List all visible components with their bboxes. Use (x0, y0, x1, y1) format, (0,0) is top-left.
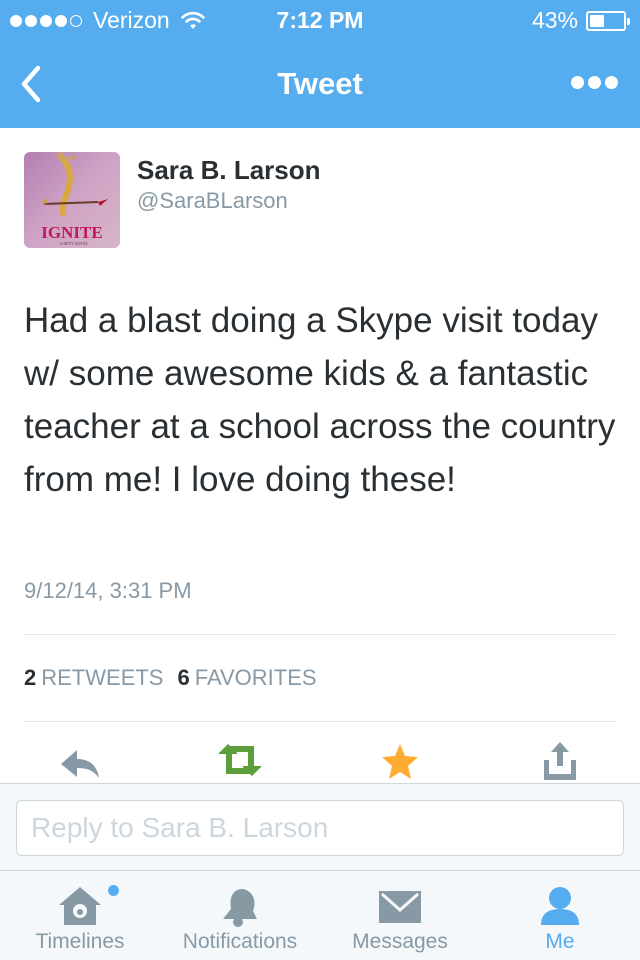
tab-bar: Timelines Notifications Messages Me (0, 871, 640, 960)
more-options-button[interactable] (567, 76, 618, 89)
divider (24, 721, 616, 722)
home-icon (59, 887, 101, 925)
reply-button[interactable] (50, 740, 110, 784)
favorites-label: FAVORITES (194, 665, 317, 690)
more-dots-icon (571, 76, 584, 89)
tweet-text: Had a blast doing a Skype visit today w/… (24, 301, 616, 499)
tab-label: Messages (352, 930, 448, 953)
favorite-count: 6 (177, 665, 190, 690)
tab-me[interactable]: Me (480, 871, 640, 960)
person-icon (541, 887, 579, 925)
tab-label: Me (545, 930, 575, 953)
navigation-bar: Tweet (0, 40, 640, 128)
tab-notifications[interactable]: Notifications (160, 871, 320, 960)
divider (24, 634, 616, 635)
retweets-stat[interactable]: 2 RETWEETS (24, 665, 163, 691)
retweets-label: RETWEETS (41, 665, 164, 690)
tab-label: Timelines (35, 930, 125, 953)
tweet-timestamp: 9/12/14, 3:31 PM (24, 578, 192, 603)
tab-timelines[interactable]: Timelines (0, 871, 160, 960)
reply-icon (61, 750, 99, 778)
top-bar: Verizon 7:12 PM 43% Tweet (0, 0, 640, 128)
star-icon (382, 744, 418, 779)
favorite-button[interactable] (370, 740, 430, 784)
author-name[interactable]: Sara B. Larson (137, 155, 321, 186)
retweet-button[interactable] (210, 740, 270, 784)
tweet-actions (0, 740, 640, 784)
battery-percentage: 43% (531, 7, 578, 33)
author-avatar[interactable]: IGNITE A DEFY NOVEL (24, 152, 120, 248)
reply-input[interactable] (16, 800, 624, 856)
author-handle[interactable]: @SaraBLarson (137, 188, 288, 214)
retweet-icon (218, 744, 262, 776)
tab-messages[interactable]: Messages (320, 871, 480, 960)
tweet-stats: 2 RETWEETS 6 FAVORITES (24, 665, 331, 691)
avatar-subtitle-text: A DEFY NOVEL (60, 241, 89, 246)
envelope-icon (379, 891, 421, 923)
battery-icon (586, 10, 630, 31)
status-bar: Verizon 7:12 PM 43% (0, 0, 640, 40)
favorites-stat[interactable]: 6 FAVORITES (177, 665, 316, 691)
share-icon (544, 742, 576, 780)
bell-icon (223, 889, 257, 927)
book-cover-image: IGNITE A DEFY NOVEL (24, 152, 120, 248)
avatar-title-text: IGNITE (41, 223, 102, 242)
page-title: Tweet (277, 66, 363, 101)
tab-label: Notifications (182, 930, 298, 953)
timelines-badge (108, 885, 119, 896)
share-button[interactable] (530, 740, 590, 784)
status-right: 43% (531, 7, 630, 34)
reply-bar (0, 783, 640, 871)
retweet-count: 2 (24, 665, 37, 690)
